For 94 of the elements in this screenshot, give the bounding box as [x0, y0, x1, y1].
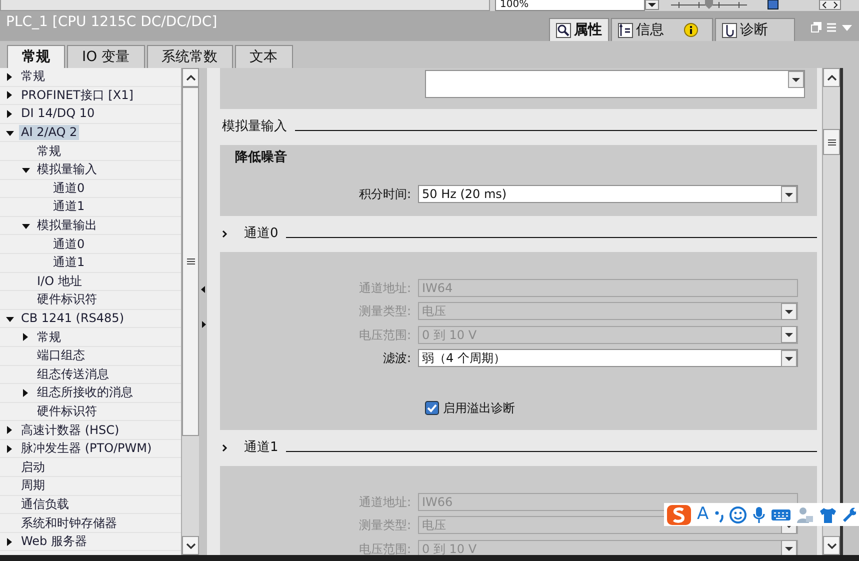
tab[interactable]: 常规: [7, 45, 65, 68]
tree-item[interactable]: 周期: [19, 478, 47, 494]
smiley-icon[interactable]: [728, 506, 747, 524]
info-arrows-icon: [618, 22, 633, 38]
keyboard-icon[interactable]: [770, 508, 791, 522]
collapsed-arrow-icon[interactable]: [22, 333, 30, 342]
tree-item[interactable]: 通道0: [51, 180, 87, 196]
vertical-scrollbar[interactable]: [181, 68, 199, 555]
expanded-arrow-icon[interactable]: [22, 166, 30, 174]
magnifier-icon: [556, 22, 571, 38]
field-label: 积分时间:: [358, 187, 412, 202]
inspector-tab[interactable]: 属性: [549, 18, 609, 41]
tree-item[interactable]: 端口组态: [35, 348, 87, 364]
tree-item[interactable]: PROFINET接口 [X1]: [19, 88, 136, 103]
dropdown-field[interactable]: 弱（4 个周期）: [418, 349, 798, 368]
caret-icon[interactable]: [781, 350, 797, 367]
collapsed-arrow-icon[interactable]: [6, 538, 14, 546]
tree-item[interactable]: 模拟量输出: [35, 218, 99, 234]
collapsed-arrow-icon[interactable]: [6, 426, 14, 434]
slider-thumb[interactable]: [705, 0, 713, 9]
field-label: 测量类型:: [358, 304, 412, 319]
info-icon: [684, 23, 698, 37]
horizontal-scrollbar[interactable]: [0, 0, 490, 11]
dropdown-field[interactable]: [425, 70, 805, 98]
panel-heading: 降低噪音: [234, 148, 288, 167]
tree-item[interactable]: 通道1: [51, 199, 87, 214]
tree-item[interactable]: 启动: [19, 460, 47, 475]
inspector-tab[interactable]: 诊断: [715, 18, 795, 41]
wrench-icon[interactable]: [842, 506, 856, 524]
field-label: 测量类型:: [358, 518, 412, 533]
scroll-up-icon[interactable]: [186, 74, 196, 80]
collapsed-arrow-icon[interactable]: [6, 444, 14, 453]
expanded-arrow-icon[interactable]: [6, 128, 14, 137]
tree-item[interactable]: 硬件标识符: [35, 292, 99, 308]
vertical-scrollbar[interactable]: [822, 68, 840, 555]
chevron-icon[interactable]: [222, 444, 228, 452]
tree-item[interactable]: 组态传送消息: [35, 366, 111, 382]
tree-item[interactable]: 通信负载: [19, 496, 71, 512]
collapsed-arrow-icon[interactable]: [22, 388, 30, 397]
section-heading: 模拟量输入: [222, 119, 287, 135]
dropdown-field: 0 到 10 V: [418, 540, 798, 555]
expanded-arrow-icon[interactable]: [22, 222, 30, 230]
tree-item[interactable]: Web 服务器: [19, 534, 89, 550]
field-label: 通道地址:: [358, 494, 412, 510]
scroll-thumb-grip-icon[interactable]: [186, 258, 194, 265]
field-label: 通道地址:: [358, 280, 412, 296]
tree-item[interactable]: 脉冲发生器 (PTO/PWM): [19, 441, 154, 456]
tree-item[interactable]: DI 14/DQ 10: [19, 106, 97, 122]
text-field: IW64: [418, 278, 798, 297]
tree-item[interactable]: AI 2/AQ 2: [19, 125, 80, 140]
expanded-arrow-icon[interactable]: [6, 314, 14, 323]
collapsed-arrow-icon[interactable]: [6, 72, 14, 81]
scroll-arrows-icon[interactable]: [819, 0, 841, 10]
collapsed-arrow-icon[interactable]: [6, 91, 14, 100]
chevron-icon[interactable]: [222, 230, 228, 238]
panel-title: PLC_1 [CPU 1215C DC/DC/DC]: [5, 14, 218, 32]
dropdown-field[interactable]: 50 Hz (20 ms): [418, 185, 798, 204]
tab[interactable]: 文本: [234, 45, 293, 68]
caret-icon[interactable]: [788, 71, 804, 88]
checkbox-label: 启用溢出诊断: [443, 400, 515, 416]
shirt-icon[interactable]: [818, 506, 837, 524]
field-label: 电压范围:: [358, 542, 412, 555]
tree-item[interactable]: 常规: [35, 144, 63, 159]
tab[interactable]: IO 变量: [67, 45, 145, 68]
tree-item[interactable]: 模拟量输入: [35, 162, 99, 178]
caret-icon[interactable]: [781, 186, 797, 203]
section-heading[interactable]: 通道1: [244, 440, 278, 456]
field-label: 电压范围:: [358, 328, 412, 342]
dropdown-field: 0 到 10 V: [418, 326, 798, 344]
tree-item[interactable]: 组态所接收的消息: [35, 385, 135, 400]
tree-item[interactable]: CB 1241 (RS485): [19, 311, 126, 326]
caret-icon[interactable]: [645, 0, 659, 10]
tree-item[interactable]: 硬件标识符: [35, 404, 99, 419]
tree-item[interactable]: 通道0: [51, 236, 87, 252]
tree-item[interactable]: 高速计数器 (HSC): [19, 422, 122, 438]
tree-item[interactable]: 常规: [19, 69, 47, 84]
scroll-thumb-grip-icon[interactable]: [828, 138, 836, 146]
inspector-tab[interactable]: 信息: [611, 18, 713, 41]
tree-item[interactable]: 常规: [35, 330, 63, 345]
tree-item[interactable]: I/O 地址: [35, 274, 84, 289]
microphone-icon[interactable]: [752, 506, 766, 524]
collapsed-arrow-icon[interactable]: [6, 110, 14, 118]
checkbox[interactable]: [425, 401, 439, 416]
scroll-up-icon[interactable]: [826, 74, 836, 80]
dropdown-field: 电压: [418, 302, 798, 320]
scroll-down-icon[interactable]: [186, 542, 196, 548]
field-label: 滤波:: [382, 351, 412, 366]
diagnostics-icon: [722, 22, 737, 38]
section-heading[interactable]: 通道0: [244, 226, 278, 242]
tree-item[interactable]: 通道1: [51, 255, 87, 270]
ime-logo[interactable]: [666, 504, 692, 526]
tab[interactable]: 系统常数: [146, 45, 233, 68]
tree-item[interactable]: 系统和时钟存储器: [19, 516, 119, 531]
scroll-down-icon[interactable]: [826, 542, 836, 548]
